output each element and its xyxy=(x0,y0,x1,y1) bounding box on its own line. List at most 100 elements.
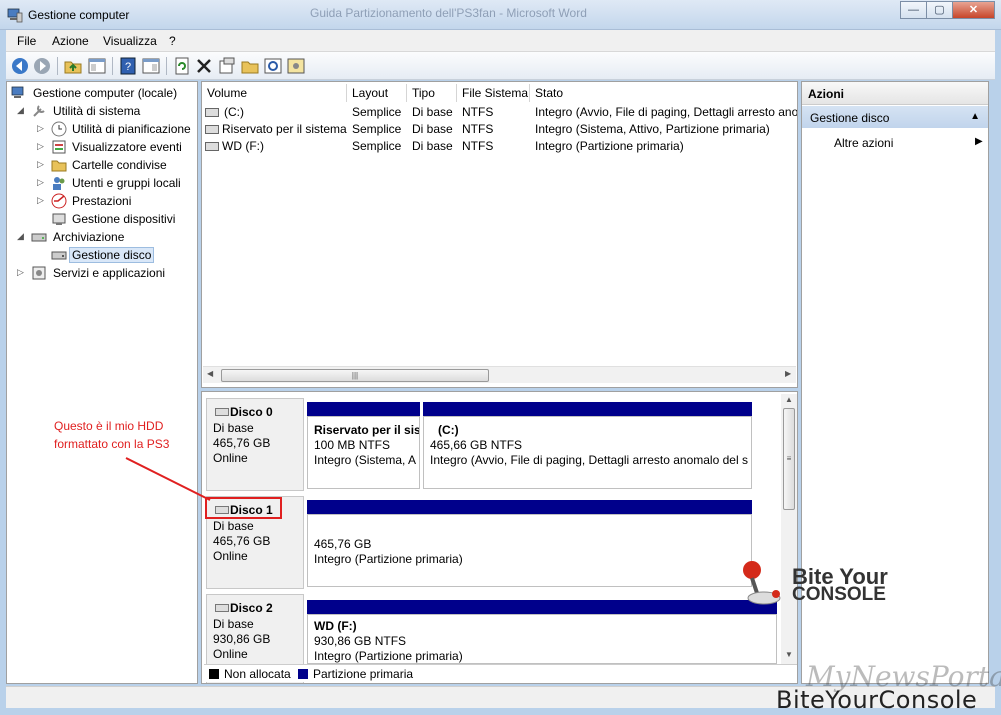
tools-icon xyxy=(33,105,45,117)
partition-c[interactable]: (C:) 465,66 GB NTFS Integro (Avvio, File… xyxy=(423,416,752,489)
disk-size: 465,76 GB xyxy=(213,534,271,548)
table-row[interactable]: (C:) Semplice Di base NTFS Integro (Avvi… xyxy=(202,104,798,121)
storage-icon xyxy=(31,233,47,242)
forward-icon[interactable] xyxy=(32,56,52,76)
volume-type: Di base xyxy=(412,122,453,136)
restore-button[interactable]: ▢ xyxy=(926,1,952,19)
menu-azione[interactable]: Azione xyxy=(52,34,89,48)
tree-item-label: Gestione disco xyxy=(69,247,155,263)
volume-status: Integro (Avvio, File di paging, Dettagli… xyxy=(535,105,798,119)
expand-arrow-icon[interactable]: ◢ xyxy=(17,105,24,116)
volume-fs: NTFS xyxy=(462,122,494,136)
volume-fs: NTFS xyxy=(462,105,494,119)
actions-section-disk-management[interactable]: Gestione disco ▲ xyxy=(802,106,988,128)
background-window-title: Guida Partizionamento dell'PS3fan - Micr… xyxy=(310,6,587,20)
joystick-icon xyxy=(743,561,781,605)
menu-bar: File Azione Visualizza ? xyxy=(6,30,995,52)
menu-file[interactable]: File xyxy=(17,34,36,48)
collapse-arrow-icon[interactable]: ▷ xyxy=(37,195,44,206)
tree-item-label: Utenti e gruppi locali xyxy=(72,176,181,190)
disk-name: Disco 0 xyxy=(230,405,273,419)
horizontal-scrollbar[interactable]: ◀ ||| ▶ xyxy=(203,366,796,383)
show-hide-icon[interactable] xyxy=(141,56,161,76)
up-folder-icon[interactable] xyxy=(63,56,83,76)
computer-management-icon xyxy=(11,86,24,98)
volume-name: WD (F:) xyxy=(222,139,264,153)
more-actions[interactable]: Altre azioni xyxy=(834,136,893,150)
scroll-up-icon[interactable]: ▲ xyxy=(785,395,793,404)
tree-item-label: Prestazioni xyxy=(72,194,132,208)
vertical-scrollbar[interactable]: ▲ ≡ ▼ xyxy=(781,394,797,664)
disk-type: Di base xyxy=(213,421,254,435)
column-header-type[interactable]: Tipo xyxy=(407,84,457,102)
annotation-line-1: Questo è il mio HDD xyxy=(54,419,164,433)
volume-status: Integro (Sistema, Attivo, Partizione pri… xyxy=(535,122,770,136)
device-manager-icon xyxy=(52,213,66,225)
scroll-right-icon[interactable]: ▶ xyxy=(785,369,791,378)
expand-arrow-icon[interactable]: ◢ xyxy=(17,231,24,242)
partition-status: Integro (Avvio, File di paging, Dettagli… xyxy=(430,453,748,467)
back-icon[interactable] xyxy=(10,56,30,76)
collapse-arrow-icon[interactable]: ▷ xyxy=(37,159,44,170)
scrollbar-thumb[interactable]: ≡ xyxy=(783,408,795,510)
properties-icon[interactable] xyxy=(217,56,237,76)
refresh-icon[interactable] xyxy=(172,56,192,76)
collapse-arrow-icon[interactable]: ▷ xyxy=(37,123,44,134)
tree-item-label: Cartelle condivise xyxy=(72,158,167,172)
legend-label-unallocated: Non allocata xyxy=(224,667,291,681)
minimize-button[interactable]: — xyxy=(900,1,926,19)
partition-wd[interactable]: WD (F:) 930,86 GB NTFS Integro (Partizio… xyxy=(307,614,777,664)
tree-item-label: Utilità di sistema xyxy=(53,104,141,118)
partition-bar xyxy=(307,600,777,614)
collapse-up-icon[interactable]: ▲ xyxy=(970,111,980,122)
shared-folder-icon xyxy=(51,160,67,172)
volume-layout: Semplice xyxy=(352,139,402,153)
actions-section-label: Gestione disco xyxy=(810,111,890,125)
partition-ps3-hdd[interactable]: 465,76 GB Integro (Partizione primaria) xyxy=(307,514,752,587)
partition-name: Riservato per il sis xyxy=(314,423,420,437)
submenu-arrow-icon[interactable]: ▶ xyxy=(975,136,983,147)
close-button[interactable]: ✕ xyxy=(952,1,995,19)
scroll-left-icon[interactable]: ◀ xyxy=(207,369,213,378)
menu-visualizza[interactable]: Visualizza xyxy=(103,34,157,48)
tree-item-label: Utilità di pianificazione xyxy=(72,122,191,136)
console-tree-icon[interactable] xyxy=(87,56,107,76)
table-row[interactable]: Riservato per il sistema Semplice Di bas… xyxy=(202,121,797,138)
volume-layout: Semplice xyxy=(352,105,402,119)
column-header-layout[interactable]: Layout xyxy=(347,84,407,102)
column-header-filesystem[interactable]: File Sistema xyxy=(457,84,530,102)
partition-size: 930,86 GB NTFS xyxy=(314,634,407,648)
column-header-status[interactable]: Stato xyxy=(530,84,797,102)
volume-name: (C:) xyxy=(224,105,244,119)
disk-status: Online xyxy=(213,647,248,661)
scroll-down-icon[interactable]: ▼ xyxy=(785,650,793,659)
toolbar: ? xyxy=(6,52,995,80)
table-row[interactable]: WD (F:) Semplice Di base NTFS Integro (P… xyxy=(202,138,797,155)
menu-help[interactable]: ? xyxy=(169,34,176,48)
column-header-volume[interactable]: Volume xyxy=(202,84,347,102)
volume-type: Di base xyxy=(412,139,453,153)
disk-0-label[interactable]: Disco 0 Di base 465,76 GB Online xyxy=(206,398,304,491)
computer-management-icon xyxy=(7,8,23,23)
partition-reserved[interactable]: Riservato per il sis 100 MB NTFS Integro… xyxy=(307,416,420,489)
help-icon[interactable]: ? xyxy=(118,56,138,76)
delete-icon[interactable] xyxy=(194,56,214,76)
collapse-arrow-icon[interactable]: ▷ xyxy=(17,267,24,278)
toolbar-separator xyxy=(112,57,113,75)
console-tree: Gestione computer (locale) ◢ Utilità di … xyxy=(6,81,198,684)
window-controls: — ▢ ✕ xyxy=(900,1,995,19)
open-icon[interactable] xyxy=(240,56,260,76)
scrollbar-thumb[interactable]: ||| xyxy=(221,369,489,382)
partition-size: 465,76 GB xyxy=(314,537,372,551)
more-actions-label: Altre azioni xyxy=(834,136,894,150)
partition-bar xyxy=(307,500,752,514)
tree-item-label: Gestione dispositivi xyxy=(72,212,176,226)
collapse-arrow-icon[interactable]: ▷ xyxy=(37,177,44,188)
biteyourconsole-logo: Bite Your CONSOLE xyxy=(738,558,898,608)
collapse-arrow-icon[interactable]: ▷ xyxy=(37,141,44,152)
disk-type: Di base xyxy=(213,617,254,631)
search-icon[interactable] xyxy=(263,56,283,76)
settings-icon[interactable] xyxy=(286,56,306,76)
partition-status: Integro (Partizione primaria) xyxy=(314,552,463,566)
volume-icon xyxy=(205,125,219,134)
